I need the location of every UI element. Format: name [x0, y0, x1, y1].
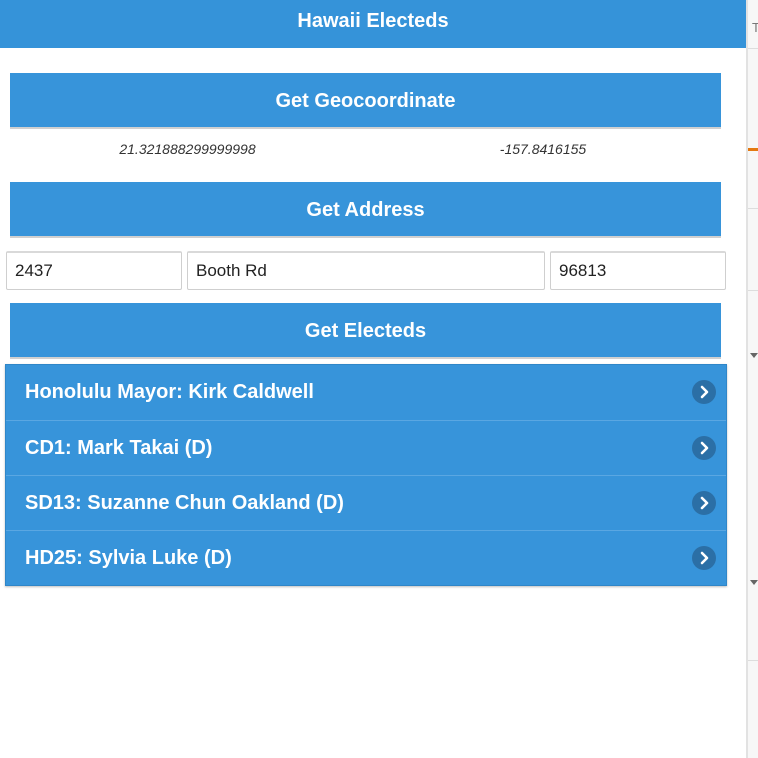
chevron-right-icon [692, 436, 716, 460]
elected-item-label: Honolulu Mayor: Kirk Caldwell [25, 381, 314, 403]
background-dropdown-icon [750, 353, 758, 358]
chevron-right-icon [692, 491, 716, 515]
screen: T Hawaii Electeds Get Geocoordinate 21.3… [0, 0, 758, 758]
app-header: Hawaii Electeds [0, 0, 746, 48]
elected-item-label: SD13: Suzanne Chun Oakland (D) [25, 492, 344, 514]
background-page-edge [746, 0, 748, 758]
elected-item-honolulu-mayor[interactable]: Honolulu Mayor: Kirk Caldwell [6, 365, 726, 420]
chevron-right-icon [692, 546, 716, 570]
background-tab-fragment: T [752, 20, 758, 35]
zip-code-input[interactable] [550, 251, 726, 290]
electeds-list: Honolulu Mayor: Kirk Caldwell CD1: Mark … [5, 364, 727, 586]
background-divider [748, 660, 758, 661]
elected-item-cd1[interactable]: CD1: Mark Takai (D) [6, 420, 726, 475]
latitude-value: 21.321888299999998 [119, 141, 256, 157]
elected-item-label: CD1: Mark Takai (D) [25, 437, 213, 459]
street-number-input[interactable] [6, 251, 182, 290]
elected-item-label: HD25: Sylvia Luke (D) [25, 547, 232, 569]
background-divider [748, 290, 758, 291]
app-panel: Hawaii Electeds Get Geocoordinate 21.321… [0, 0, 746, 758]
coordinates-row: 21.321888299999998 -157.8416155 [10, 141, 721, 163]
get-electeds-button[interactable]: Get Electeds [10, 303, 721, 359]
background-page: T [746, 0, 758, 758]
get-address-button[interactable]: Get Address [10, 182, 721, 238]
background-accent-bar [748, 148, 758, 151]
elected-item-sd13[interactable]: SD13: Suzanne Chun Oakland (D) [6, 475, 726, 530]
background-divider [748, 48, 758, 49]
street-name-input[interactable] [187, 251, 545, 290]
longitude-value: -157.8416155 [499, 141, 587, 157]
chevron-right-icon [692, 380, 716, 404]
page-title: Hawaii Electeds [297, 10, 449, 32]
background-dropdown-icon [750, 580, 758, 585]
background-divider [748, 208, 758, 209]
elected-item-hd25[interactable]: HD25: Sylvia Luke (D) [6, 530, 726, 585]
get-geocoordinate-button[interactable]: Get Geocoordinate [10, 73, 721, 129]
